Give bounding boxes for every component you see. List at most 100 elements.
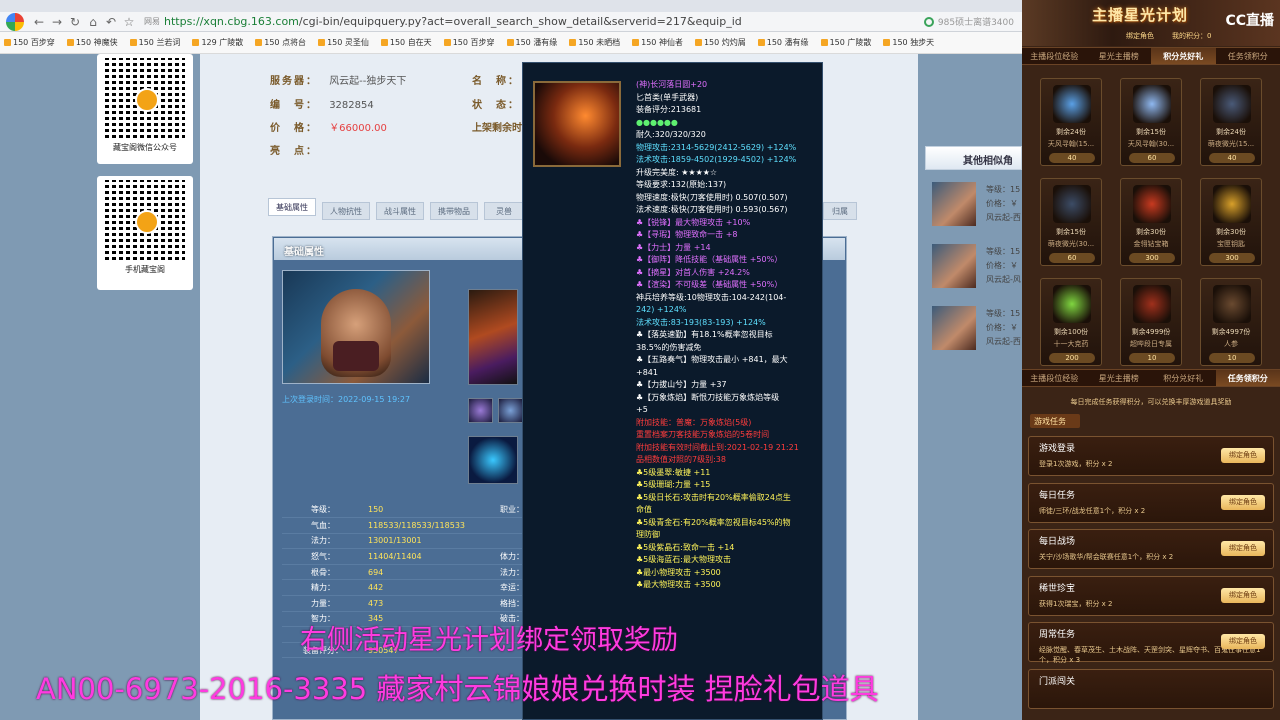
shop-item-icon <box>1053 185 1091 223</box>
similar-avatar[interactable] <box>932 244 976 288</box>
star-icon[interactable]: ☆ <box>120 15 138 29</box>
tooltip-line: 法术攻击:83-193(83-193) +124% <box>636 317 766 327</box>
forward-icon[interactable]: → <box>48 15 66 29</box>
shop-item[interactable]: 剩余15份 萌夜微光(30... 60 <box>1040 178 1102 266</box>
weapon-slot[interactable] <box>468 289 518 385</box>
tooltip-line: 命值 <box>636 505 652 514</box>
shop-item[interactable]: 剩余30份 金翎钻宝箱 300 <box>1120 178 1182 266</box>
tooltip-line: 38.5%的伤害减免 <box>636 342 702 352</box>
remain-label: 上架剩余时 <box>472 123 522 134</box>
similar-avatar[interactable] <box>932 306 976 350</box>
bookmark-item[interactable]: 150 百步穿 <box>4 37 55 48</box>
id-row: 编 号： 3282854 <box>270 96 374 111</box>
shop-item[interactable]: 剩余4997份 人参 10 <box>1200 278 1262 366</box>
tab-combat[interactable]: 战斗属性 <box>376 202 424 220</box>
equip-slot-1[interactable] <box>468 398 493 423</box>
back-icon[interactable]: ← <box>30 15 48 29</box>
shop-item-icon <box>1213 185 1251 223</box>
similar-item[interactable]: 等级：15 价格：￥ 风云起-西 <box>930 182 1022 236</box>
search-text: 985硕士离谱3400 <box>937 18 1014 28</box>
shop-item-price[interactable]: 40 <box>1049 153 1095 163</box>
shop-item[interactable]: 剩余4999份 超哔段日专属 10 <box>1120 278 1182 366</box>
bookmark-item[interactable]: 150 百步穿 <box>443 37 495 48</box>
tooltip-line: +841 <box>636 367 658 377</box>
shop-item[interactable]: 剩余24份 天风寻翰(15... 40 <box>1040 78 1102 166</box>
bookmark-label: 150 灵圣仙 <box>327 38 369 47</box>
bookmark-item[interactable]: 150 灼灼屑 <box>694 37 746 48</box>
similar-item[interactable]: 等级：15 价格：￥ 风云起-西 <box>930 306 1022 360</box>
similar-avatar[interactable] <box>932 182 976 226</box>
shop-item-icon <box>1053 85 1091 123</box>
streamer-tab[interactable]: 任务领积分 <box>1216 48 1280 64</box>
url-path: /cgi-bin/equipquery.py?act=overall_searc… <box>298 15 742 28</box>
bookmark-item[interactable]: 150 广陵散 <box>820 37 871 48</box>
tooltip-line: 匕首类(单手武器) <box>636 92 699 102</box>
wechat-qr-code <box>105 58 185 138</box>
similar-item[interactable]: 等级：15 价格：￥ 风云起-风 <box>930 244 1022 298</box>
shop-item-price[interactable]: 10 <box>1209 353 1255 363</box>
bookmark-item[interactable]: 150 神魔侠 <box>66 37 118 48</box>
portrait-mask <box>333 341 379 371</box>
tab-basic[interactable]: 基础属性 <box>268 198 316 216</box>
bookmark-icon <box>129 39 137 46</box>
bookmark-item[interactable]: 150 灵圣仙 <box>318 37 369 48</box>
shop-item-price[interactable]: 300 <box>1209 253 1255 263</box>
home-icon[interactable]: ⌂ <box>84 15 102 29</box>
bind-role-button[interactable]: 绑定角色 <box>1221 494 1265 510</box>
streamer-tab[interactable]: 主播段位经验 <box>1022 370 1087 386</box>
shop-item[interactable]: 剩余100份 十一大克药 200 <box>1040 278 1102 366</box>
reload-icon[interactable]: ↻ <box>66 15 84 29</box>
stat-label: 怒气： <box>282 548 364 565</box>
bookmark-item[interactable]: 150 未晒档 <box>569 37 620 48</box>
shop-item-price[interactable]: 10 <box>1129 353 1175 363</box>
bookmark-item[interactable]: 150 潘有缘 <box>757 37 809 48</box>
bookmark-item[interactable]: 150 点将台 <box>255 37 306 48</box>
bookmark-item[interactable]: 150 独步天 <box>883 37 934 48</box>
bind-role-button[interactable]: 绑定角色 <box>1221 634 1265 649</box>
streamer-tab[interactable]: 积分兑好礼 <box>1151 48 1216 64</box>
stat-value: 13001/13001 <box>364 533 470 550</box>
tooltip-line: ♣【落英速勤】有18.1%概率忽视目标 <box>636 330 773 339</box>
streamer-tab[interactable]: 主播段位经验 <box>1022 48 1087 64</box>
wechat-qr-label: 藏宝阁微信公众号 <box>113 143 177 152</box>
bind-role-button[interactable]: 绑定角色 <box>1221 448 1265 463</box>
bind-role-button[interactable]: 绑定角色 <box>1221 541 1265 556</box>
url-field[interactable]: 网易 https://xqn.cbg.163.com /cgi-bin/equi… <box>144 15 742 28</box>
equip-slot-2[interactable] <box>498 398 523 423</box>
task-item: 稀世珍宝 获得1次瑞宝，积分 x 2 绑定角色 <box>1028 575 1274 616</box>
tooltip-line: ♣【力拔山兮】力量 +37 <box>636 380 727 389</box>
tab-belong[interactable]: 归属 <box>823 202 857 220</box>
bookmark-item[interactable]: 129 广陵散 <box>192 37 243 48</box>
shop-item[interactable]: 剩余24份 萌夜微光(15... 40 <box>1200 78 1262 166</box>
shop-item-price[interactable]: 60 <box>1049 253 1095 263</box>
bookmark-item[interactable]: 150 潘有缘 <box>506 37 557 48</box>
streamer-tab[interactable]: 星光主播榜 <box>1087 48 1152 64</box>
tab-pet[interactable]: 灵兽 <box>484 202 524 220</box>
task-desc: 关宁/沙场歌华/帮会联赛任意1个，积分 x 2 <box>1039 553 1174 561</box>
bookmark-item[interactable]: 150 自在天 <box>380 37 432 48</box>
shop-item-price[interactable]: 40 <box>1209 153 1255 163</box>
tooltip-text: (神)长河落日圆+20 匕首类(单手武器) 装备评分:213681 ●●●●●● 耐久:… <box>636 79 820 592</box>
bookmark-item[interactable]: 150 兰若词 <box>129 37 180 48</box>
shop-item-price[interactable]: 200 <box>1049 353 1095 363</box>
app-qr-code <box>105 180 185 260</box>
stream-overlay-line2: AN00-6973-2016-3335 藏家村云锦娘娘兑换时装 捏脸礼包道具 <box>36 672 879 706</box>
bookmark-item[interactable]: 150 神仙者 <box>632 37 683 48</box>
tab-items[interactable]: 携带物品 <box>430 202 478 220</box>
shop-item[interactable]: 剩余15份 天风寻翰(30... 60 <box>1120 78 1182 166</box>
search-box[interactable]: 985硕士离谱3400 <box>923 15 1014 28</box>
stat-value: 473 <box>364 595 470 612</box>
equip-slot-3[interactable] <box>468 436 518 484</box>
similar-level: 等级：15 <box>986 185 1021 194</box>
shop-item-price[interactable]: 300 <box>1129 253 1175 263</box>
tab-resist[interactable]: 人物抗性 <box>322 202 370 220</box>
streamer-tab[interactable]: 星光主播榜 <box>1087 370 1152 386</box>
streamer-tab[interactable]: 积分兑好礼 <box>1151 370 1216 386</box>
undo-icon[interactable]: ↶ <box>102 15 120 29</box>
task-item: 门派闯关 <box>1028 668 1274 709</box>
streamer-tab[interactable]: 任务领积分 <box>1215 370 1280 386</box>
tooltip-line: 附加技能：普魔：万象炼焰(5级) <box>636 417 752 427</box>
shop-item-price[interactable]: 60 <box>1129 153 1175 163</box>
bind-role-button[interactable]: 绑定角色 <box>1221 587 1265 603</box>
shop-item[interactable]: 剩余30份 宝匣钥匙 300 <box>1200 178 1262 266</box>
